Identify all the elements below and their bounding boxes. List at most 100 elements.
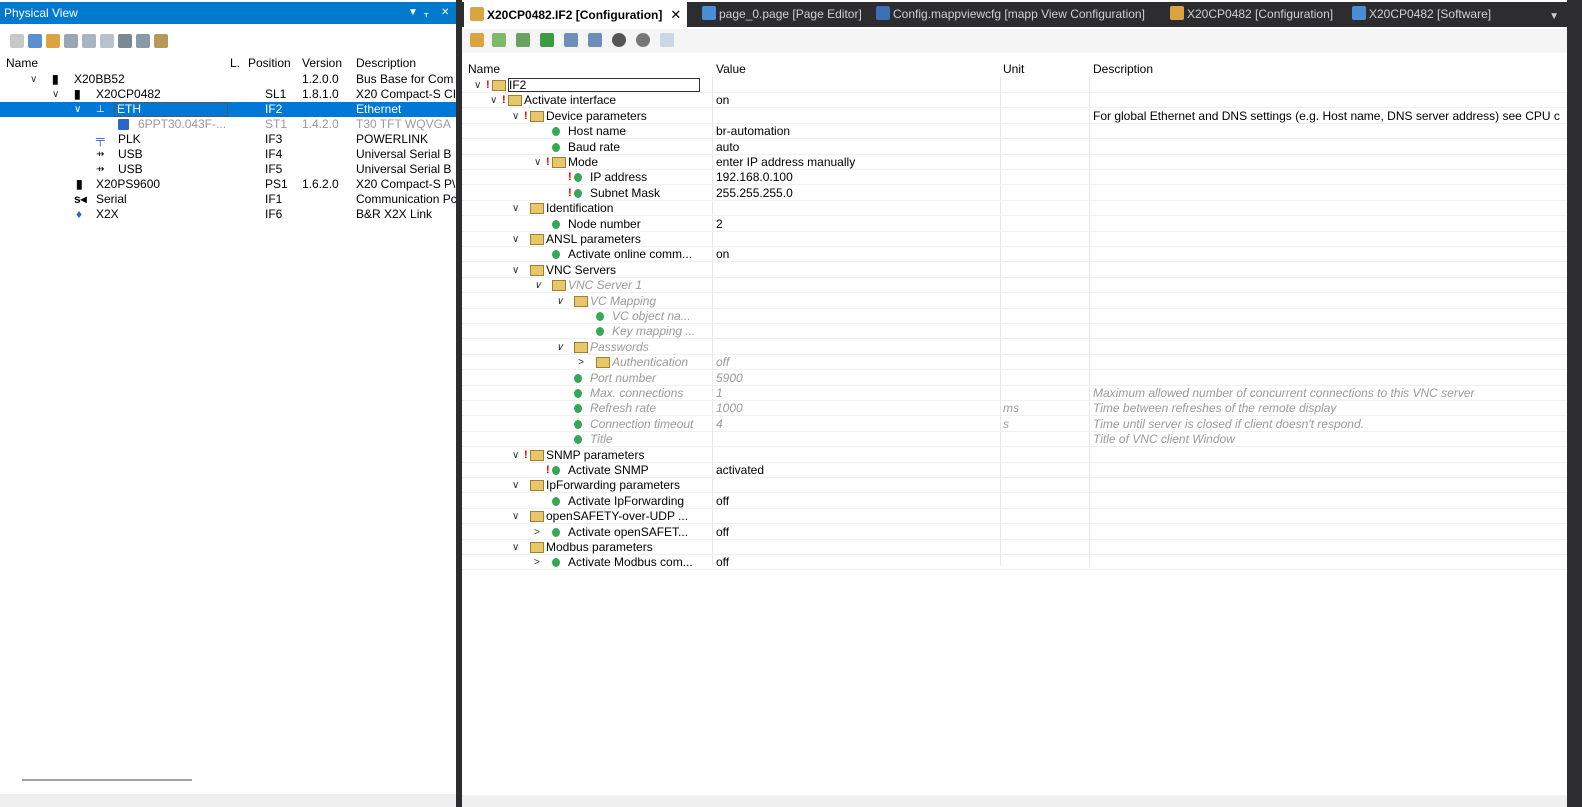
config-row[interactable]: ! Activate SNMP activated: [462, 463, 1567, 478]
chevron-down-icon[interactable]: ∨: [512, 448, 519, 463]
config-row[interactable]: ∨! IF2: [462, 78, 1567, 93]
config-value[interactable]: off: [716, 355, 729, 370]
forward-icon[interactable]: [540, 33, 554, 47]
chevron-right-icon[interactable]: >: [534, 525, 540, 540]
module-icon[interactable]: [100, 34, 114, 48]
config-value[interactable]: 2: [716, 217, 723, 232]
tree-row[interactable]: ∨ ▮ X20CP0482 SL1 1.8.1.0 X20 Compact-S …: [0, 87, 456, 102]
close-tab-icon[interactable]: ✕: [670, 7, 681, 22]
config-row[interactable]: ∨! Activate interface on: [462, 93, 1567, 108]
chevron-down-icon[interactable]: ∨: [534, 155, 541, 170]
config-row[interactable]: ∨! Device parameters For global Ethernet a…: [462, 109, 1567, 124]
panel-bottom-tabs[interactable]: [0, 794, 456, 807]
chevron-down-icon[interactable]: ∨: [30, 72, 37, 87]
config-row[interactable]: ∨! Mode enter IP address manually: [462, 155, 1567, 170]
sort-descending-icon[interactable]: [588, 33, 602, 47]
config-row[interactable]: ∨ Modbus parameters: [462, 540, 1567, 555]
config-row[interactable]: > Activate openSAFET... off: [462, 525, 1567, 540]
config-value[interactable]: 1: [716, 386, 723, 401]
config-value[interactable]: off: [716, 555, 729, 570]
tab-page-editor[interactable]: page_0.page [Page Editor]: [702, 2, 862, 27]
tools-icon[interactable]: [154, 34, 168, 48]
col-l[interactable]: L.: [230, 56, 240, 70]
config-icon[interactable]: [470, 33, 484, 47]
chevron-down-icon[interactable]: ∨: [74, 102, 81, 117]
col-name[interactable]: Name: [6, 56, 38, 70]
tab-cpu-configuration[interactable]: X20CP0482 [Configuration]: [1170, 2, 1333, 27]
config-row[interactable]: > Authentication off: [462, 355, 1567, 370]
config-row[interactable]: ! Subnet Mask 255.255.255.0: [462, 186, 1567, 201]
config-row[interactable]: Port number 5900: [462, 371, 1567, 386]
filter-icon[interactable]: [636, 33, 650, 47]
col-unit[interactable]: Unit: [1003, 62, 1024, 76]
horizontal-scrollbar[interactable]: [22, 779, 192, 781]
config-row[interactable]: Key mapping ...: [462, 324, 1567, 339]
config-row[interactable]: ∨ Identification: [462, 201, 1567, 216]
chevron-down-icon[interactable]: ∨: [512, 232, 519, 247]
config-icon[interactable]: [46, 34, 60, 48]
config-value[interactable]: off: [716, 525, 729, 540]
tab-if2-configuration[interactable]: X20CP0482.IF2 [Configuration] ✕: [464, 2, 688, 27]
config-row[interactable]: Refresh rate 1000 ms Time between refreshes…: [462, 401, 1567, 416]
col-version[interactable]: Version: [302, 56, 342, 70]
chevron-down-icon[interactable]: ∨: [512, 509, 519, 524]
config-row[interactable]: Node number 2: [462, 217, 1567, 232]
config-value[interactable]: br-automation: [716, 124, 790, 139]
config-value[interactable]: 192.168.0.100: [716, 170, 793, 185]
chevron-down-icon[interactable]: ∨: [512, 201, 519, 216]
chevron-down-icon[interactable]: ∨: [556, 294, 563, 309]
config-value[interactable]: auto: [716, 140, 739, 155]
config-row[interactable]: ∨ Passwords: [462, 340, 1567, 355]
config-value[interactable]: 1000: [716, 401, 743, 416]
chevron-down-icon[interactable]: ∨: [556, 340, 563, 355]
add-icon[interactable]: [492, 33, 506, 47]
record-icon[interactable]: [612, 33, 626, 47]
config-value[interactable]: on: [716, 93, 729, 108]
config-value[interactable]: 5900: [716, 371, 743, 386]
tab-mappview-config[interactable]: Config.mappviewcfg [mapp View Configurat…: [876, 2, 1145, 27]
config-row[interactable]: ! IP address 192.168.0.100: [462, 170, 1567, 185]
chevron-down-icon[interactable]: ∨: [490, 93, 497, 108]
tree-row-selected[interactable]: ∨ ⊥ ETH IF2 Ethernet: [0, 102, 456, 117]
col-description[interactable]: Description: [356, 56, 416, 70]
tree-row[interactable]: ∨ ▮ X20BB52 1.2.0.0 Bus Base for Com: [0, 72, 456, 87]
info-icon[interactable]: [660, 33, 674, 47]
config-row[interactable]: Activate online comm... on: [462, 247, 1567, 262]
config-row[interactable]: VC object na...: [462, 309, 1567, 324]
tree-row[interactable]: ⇸ USB IF5 Universal Serial B: [0, 162, 456, 177]
close-icon[interactable]: ✕: [441, 2, 449, 24]
tree-row[interactable]: ╤ PLK IF3 POWERLINK: [0, 132, 456, 147]
config-value[interactable]: 4: [716, 417, 723, 432]
tree-row[interactable]: 6PPT30.043F-... ST1 1.4.2.0 T30 TFT WQVG…: [0, 117, 456, 132]
config-row[interactable]: ∨ VNC Server 1: [462, 278, 1567, 293]
config-row[interactable]: ∨ ANSL parameters: [462, 232, 1567, 247]
tree-row[interactable]: ♦ X2X IF6 B&R X2X Link: [0, 207, 456, 222]
col-description[interactable]: Description: [1093, 62, 1153, 76]
tab-cpu-software[interactable]: X20CP0482 [Software]: [1352, 2, 1491, 27]
hardware-icon[interactable]: [64, 34, 78, 48]
config-row[interactable]: Host name br-automation: [462, 124, 1567, 139]
chevron-down-icon[interactable]: ∨: [512, 109, 519, 124]
config-value[interactable]: off: [716, 494, 729, 509]
config-row[interactable]: Connection timeout 4 s Time until server is…: [462, 417, 1567, 432]
search-icon[interactable]: [118, 34, 132, 48]
chevron-down-icon[interactable]: ∨: [512, 540, 519, 555]
pin-icon[interactable]: ᚁ: [424, 2, 428, 24]
config-row[interactable]: Title Title of VNC client Window: [462, 432, 1567, 447]
col-name[interactable]: Name: [468, 62, 500, 76]
config-row[interactable]: Baud rate auto: [462, 140, 1567, 155]
config-row[interactable]: Activate IpForwarding off: [462, 494, 1567, 509]
config-value[interactable]: enter IP address manually: [716, 155, 855, 170]
tree-row[interactable]: ▮ X20PS9600 PS1 1.6.2.0 X20 Compact-S P\: [0, 177, 456, 192]
tree-row[interactable]: s◂ Serial IF1 Communication Pc: [0, 192, 456, 207]
col-value[interactable]: Value: [716, 62, 746, 76]
tab-overflow-icon[interactable]: ▼: [1549, 4, 1559, 29]
copy-icon[interactable]: [10, 34, 24, 48]
config-value[interactable]: activated: [716, 463, 764, 478]
config-value[interactable]: on: [716, 247, 729, 262]
chevron-down-icon[interactable]: ∨: [512, 478, 519, 493]
config-row[interactable]: Max. connections 1 Maximum allowed number …: [462, 386, 1567, 401]
chevron-right-icon[interactable]: >: [578, 355, 584, 370]
properties-icon[interactable]: [82, 34, 96, 48]
tree-row[interactable]: ⇸ USB IF4 Universal Serial B: [0, 147, 456, 162]
